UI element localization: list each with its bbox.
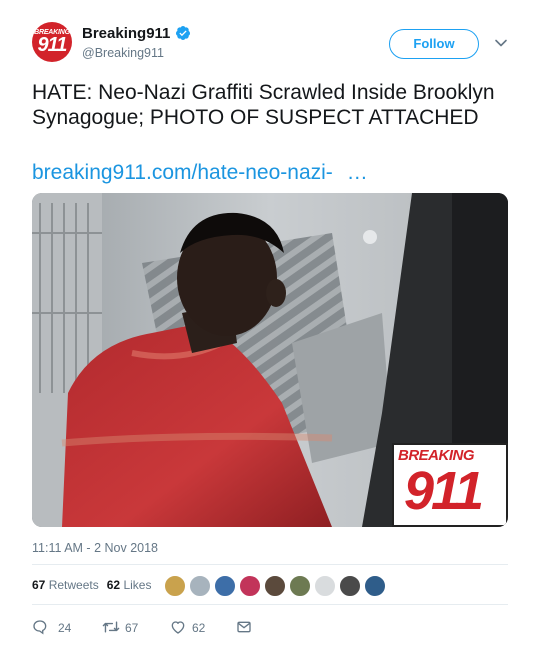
author-handle[interactable]: @Breaking911 [82,46,164,60]
tweet-link-ellipsis: … [346,161,368,184]
divider-bottom [32,604,508,605]
reply-count: 24 [58,621,72,635]
liker-avatar[interactable] [164,575,186,597]
like-count: 62 [192,621,206,635]
likes-count: 62 [106,578,121,592]
chevron-down-icon[interactable] [494,36,508,50]
breaking911-watermark: BREAKING 911 [392,443,508,527]
retweet-icon [102,621,120,633]
follow-button[interactable]: Follow [389,29,479,59]
divider-top [32,564,508,565]
avatar-text-number: 911 [37,34,68,56]
tweet-link-text[interactable]: breaking911.com/hate-neo-nazi- [32,161,333,184]
liker-avatar[interactable] [364,575,386,597]
tweet-link[interactable]: breaking911.com/hate-neo-nazi- … [32,160,368,186]
likes-stat[interactable]: 62 Likes [107,578,152,592]
liker-avatar[interactable] [289,575,311,597]
reply-button[interactable]: 24 [32,617,82,637]
liker-avatar[interactable] [189,575,211,597]
engagement-stats: 67 Retweets 62 Likes [32,578,151,592]
retweets-count: 67 [32,578,46,592]
retweet-button[interactable]: 67 [102,617,162,637]
tweet-photo[interactable]: BREAKING 911 [32,193,508,527]
tweet-actions: 24 67 62 [32,617,332,637]
liker-avatar[interactable] [264,575,286,597]
watermark-text-number: 911 [404,461,484,521]
tweet-timestamp[interactable]: 11:11 AM - 2 Nov 2018 [32,541,158,555]
likes-label: Likes [123,578,152,592]
liker-avatar[interactable] [339,575,361,597]
reply-icon [33,620,47,635]
retweets-label: Retweets [48,578,99,592]
author-name[interactable]: Breaking911 [82,25,170,42]
heart-icon [171,621,185,634]
retweets-stat[interactable]: 67 Retweets [32,578,99,592]
tweet-text: HATE: Neo-Nazi Graffiti Scrawled Inside … [32,81,495,129]
envelope-icon [237,621,251,633]
like-button[interactable]: 62 [170,617,220,637]
liker-avatar[interactable] [239,575,261,597]
verified-badge-icon [175,26,190,40]
liker-avatar[interactable] [214,575,236,597]
tweet-card: BREAKING 911 Breaking911 @Breaking911 Fo… [0,0,540,660]
author-avatar[interactable]: BREAKING 911 [32,22,72,62]
direct-message-button[interactable] [236,617,256,637]
retweet-count: 67 [125,621,139,635]
liker-avatar[interactable] [314,575,336,597]
